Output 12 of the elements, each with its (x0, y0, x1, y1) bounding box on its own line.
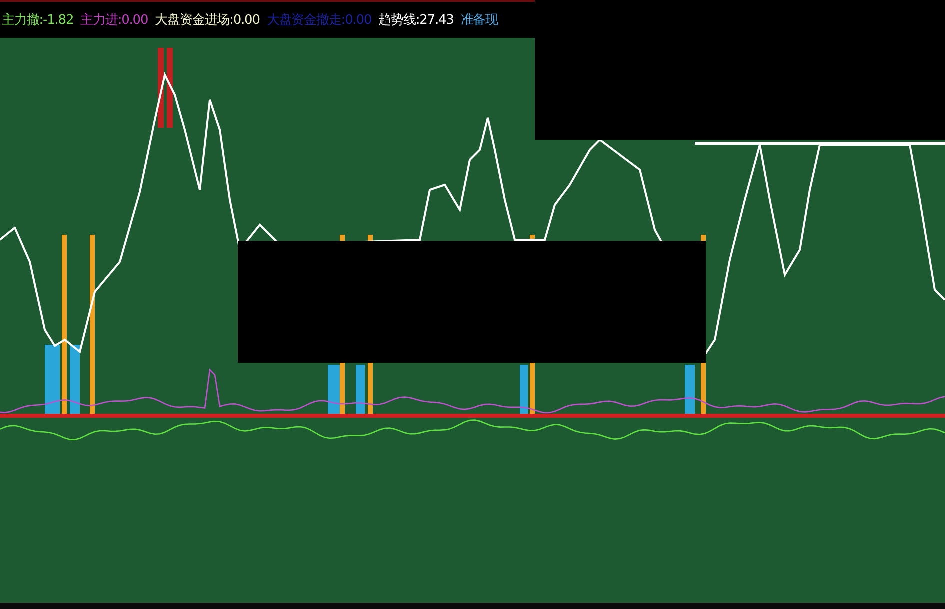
indicator-label: 大盘资金进场:0.00 (155, 12, 260, 29)
indicator-label: 主力进:0.00 (80, 12, 148, 29)
indicator-label: 趋势线:27.43 (378, 12, 454, 29)
indicator-label: 大盘资金撤走:0.00 (266, 12, 372, 29)
indicator-bar (520, 365, 528, 416)
indicator-bar (70, 345, 80, 416)
indicator-bar (45, 345, 60, 416)
indicator-label: 准备现 (460, 12, 498, 29)
indicator-bar (685, 365, 695, 416)
indicator-label: 主力撤:-1.82 (2, 12, 74, 29)
indicator-bar (356, 365, 365, 416)
indicator-bar (328, 365, 340, 416)
